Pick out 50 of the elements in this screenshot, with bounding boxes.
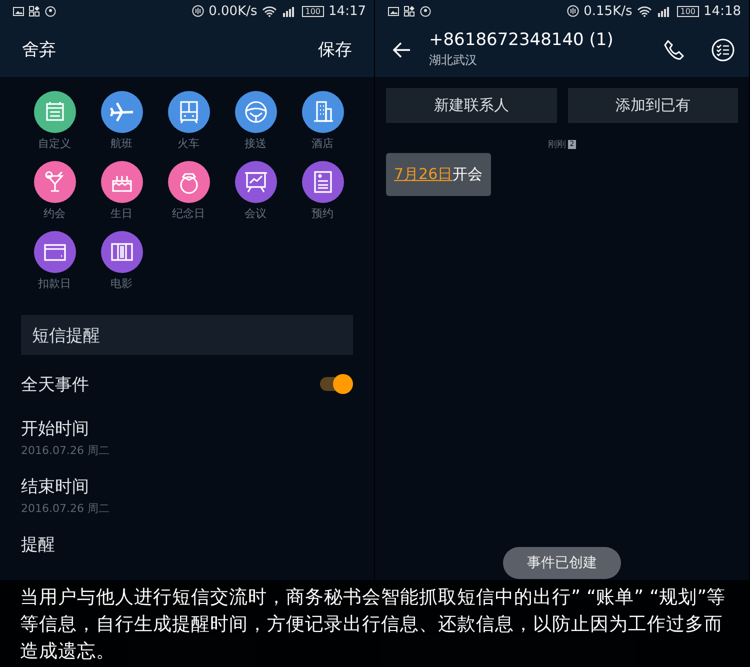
setting-label[interactable]: 开始时间 [21,417,353,440]
setting-value: 2016.07.26 周二 [21,501,110,516]
all-day-toggle[interactable] [320,377,350,391]
category-item[interactable]: 生日 [88,161,155,221]
status-time: 14:18 [704,4,741,18]
category-item[interactable]: 酒店 [289,91,356,151]
wifi-icon [262,6,278,16]
network-speed: 0.00K/s [208,4,258,18]
category-item[interactable]: 火车 [155,91,222,151]
image-icon [13,6,24,16]
network-speed: 0.15K/s [584,4,632,18]
data-icon [566,5,579,17]
battery-icon: 100 [677,6,699,16]
menu-icon[interactable] [711,38,735,62]
category-item[interactable]: 接送 [222,91,289,151]
category-item[interactable]: 自定义 [21,91,88,151]
apps-icon [29,6,40,16]
apps-icon [404,6,415,16]
setting-label[interactable]: 结束时间 [21,475,353,498]
setting-value: 2016.07.26 周二 [21,443,110,458]
data-icon [192,5,204,17]
category-item[interactable]: 约会 [21,161,88,221]
phone-number: +8618672348140 (1) [429,30,614,50]
category-item[interactable]: 会议 [222,161,289,221]
toast: 事件已创建 [503,547,621,579]
save-button[interactable]: 保存 [314,34,356,65]
battery-icon: 100 [302,6,324,16]
setting-label[interactable]: 提醒 [21,533,353,556]
status-time: 14:17 [328,4,366,18]
contact-action-button[interactable]: 新建联系人 [386,88,556,123]
back-icon[interactable] [393,42,411,58]
category-item[interactable]: 扣款日 [21,231,88,291]
category-item[interactable]: 航班 [88,91,155,151]
title-field[interactable]: 短信提醒 [21,315,353,355]
phone-icon[interactable] [663,38,685,60]
category-item[interactable]: 电影 [88,231,155,291]
category-item[interactable]: 纪念日 [155,161,222,221]
all-day-label: 全天事件 [21,374,89,396]
wifi-icon [637,6,652,16]
message-text: 开会 [452,165,483,184]
discard-button[interactable]: 舍弃 [18,34,60,65]
location-text: 湖北武汉 [429,52,478,69]
date-link[interactable]: 7月26日 [394,165,453,184]
category-item[interactable]: 预约 [289,161,356,221]
location-icon [45,6,56,16]
location-icon [420,6,431,16]
image-icon [388,6,399,16]
message-time: 刚刚 [548,138,566,151]
contact-action-button[interactable]: 添加到已有 [568,88,738,123]
caption: 当用户与他人进行短信交流时，商务秘书会智能抓取短信中的出行” “账单” “规划”等等信息，自行生成提醒时间，方便记录出行信息、还款信息，以防止因为工作过多而造成遗忘。 [0,580,750,667]
